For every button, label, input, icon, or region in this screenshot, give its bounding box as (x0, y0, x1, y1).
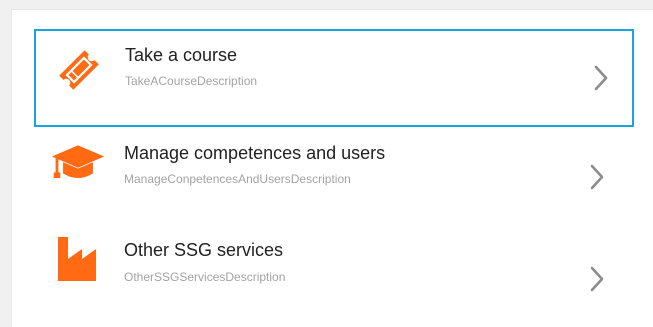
menu-item-other-ssg-services[interactable]: Other SSG services OtherSSGServicesDescr… (34, 217, 634, 315)
graduation-cap-icon (50, 138, 106, 190)
chevron-right-icon (587, 161, 607, 193)
menu-item-description: TakeACourseDescription (125, 74, 258, 88)
chevron-right-icon (587, 263, 607, 295)
ticket-icon (51, 44, 107, 96)
menu-item-title: Other SSG services (124, 240, 284, 260)
services-panel: Take a course TakeACourseDescription Man… (11, 9, 653, 327)
menu-item-description: ManageConpetencesAndUsersDescription (124, 172, 351, 186)
menu-item-take-a-course[interactable]: Take a course TakeACourseDescription (34, 29, 634, 127)
menu-item-description: OtherSSGServicesDescription (124, 270, 286, 284)
menu-item-title: Manage competences and users (124, 143, 386, 163)
menu-item-title: Take a course (125, 45, 238, 65)
chevron-right-icon (591, 62, 611, 94)
factory-icon (50, 231, 106, 283)
menu-item-manage-competences[interactable]: Manage competences and users ManageConpe… (34, 128, 634, 226)
